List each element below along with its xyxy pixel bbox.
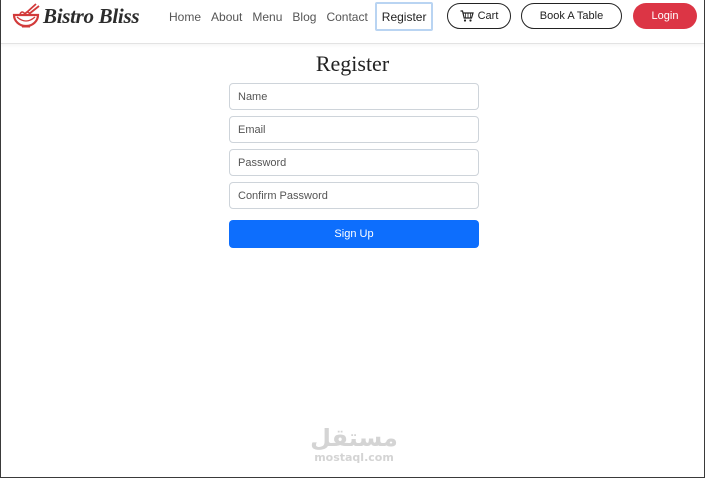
confirm-password-field[interactable] xyxy=(229,182,479,209)
nav-link-contact[interactable]: Contact xyxy=(321,2,372,31)
mostaql-watermark: مستقل mostaql.com xyxy=(308,424,400,464)
noodle-bowl-icon xyxy=(12,3,40,28)
email-field[interactable] xyxy=(229,116,479,143)
nav-link-menu[interactable]: Menu xyxy=(247,2,287,31)
page-title: Register xyxy=(315,51,390,76)
shopping-cart-icon xyxy=(460,10,474,22)
book-table-button[interactable]: Book A Table xyxy=(521,3,622,29)
brand-link[interactable]: Bistro Bliss xyxy=(11,3,140,29)
navbar: Bistro Bliss Home About Menu Blog Contac… xyxy=(1,0,704,44)
cart-button[interactable]: Cart xyxy=(447,3,511,29)
watermark-latin-text: mostaql.com xyxy=(314,451,394,464)
watermark-arabic-text: مستقل xyxy=(310,424,398,452)
cart-label: Cart xyxy=(477,10,499,22)
nav-link-home[interactable]: Home xyxy=(164,2,206,31)
nav-link-blog[interactable]: Blog xyxy=(287,2,321,31)
nav-link-about[interactable]: About xyxy=(206,2,247,31)
nav-links: Home About Menu Blog Contact Register xyxy=(164,2,434,31)
sign-up-button[interactable]: Sign Up xyxy=(229,220,479,248)
name-field[interactable] xyxy=(229,83,479,110)
login-button[interactable]: Login xyxy=(633,3,697,29)
password-field[interactable] xyxy=(229,149,479,176)
nav-link-register[interactable]: Register xyxy=(374,2,434,31)
brand-name: Bistro Bliss xyxy=(43,3,140,28)
